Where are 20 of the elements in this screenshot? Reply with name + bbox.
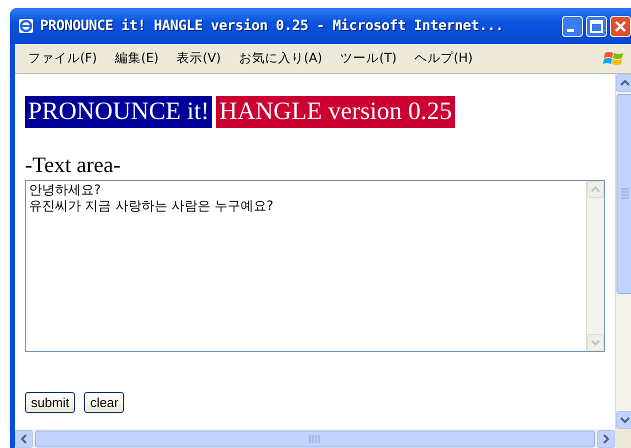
menu-item[interactable]: 表示(V) [168, 50, 230, 67]
form-button[interactable]: clear [84, 392, 124, 413]
menu-item[interactable]: ヘルプ(H) [406, 50, 482, 67]
menu-item[interactable]: お気に入り(A) [230, 50, 332, 67]
form-button[interactable]: submit [25, 392, 76, 413]
menu-item[interactable]: 編集(E) [106, 50, 168, 67]
menu-item[interactable]: ファイル(F) [19, 50, 106, 67]
scrollbar-thumb[interactable] [616, 94, 631, 294]
section-label: -Text area- [25, 152, 122, 178]
minimize-icon[interactable] [562, 16, 583, 36]
browser-e-icon [18, 18, 34, 34]
menu-item[interactable]: ツール(T) [331, 50, 406, 67]
page-heading: HANGLE version 0.25 [216, 96, 455, 128]
maximize-icon[interactable] [586, 16, 607, 36]
page-heading: PRONOUNCE it! [25, 96, 212, 128]
window-title: PRONOUNCE it! HANGLE version 0.25 - Microsoft Internet... [40, 18, 504, 34]
scroll-up-arrow-icon[interactable] [616, 74, 631, 92]
close-icon[interactable] [610, 16, 631, 36]
scrollbar-thumb[interactable] [35, 430, 595, 448]
scroll-down-arrow-icon[interactable] [616, 411, 631, 429]
